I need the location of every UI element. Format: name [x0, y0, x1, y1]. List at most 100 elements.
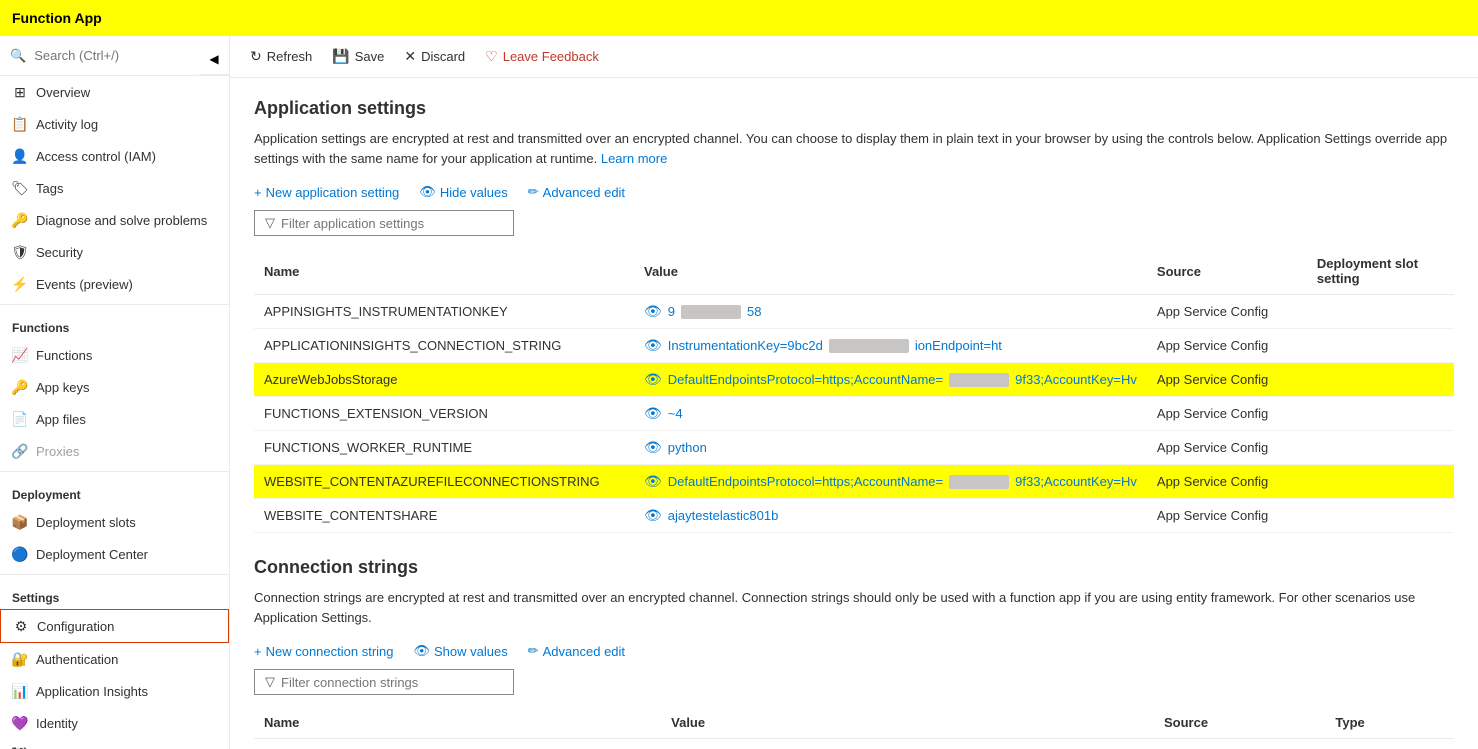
sidebar-item-deployment-slots[interactable]: 📦 Deployment slots: [0, 506, 229, 538]
sidebar-collapse-button[interactable]: ◀: [199, 44, 229, 75]
edit-icon: ✏: [528, 184, 539, 200]
feedback-button[interactable]: ♡ Leave Feedback: [485, 44, 599, 69]
content-area: Application settings Application setting…: [230, 78, 1478, 749]
toolbar: ↻ Refresh 💾 Save ✕ Discard ♡ Leave Feedb…: [230, 36, 1478, 78]
plus-icon: +: [254, 185, 262, 200]
refresh-label: Refresh: [267, 49, 313, 64]
setting-source: App Service Config: [1147, 329, 1307, 363]
table-row: AzureWebJobsStorage 👁 DefaultEndpointsPr…: [254, 363, 1454, 397]
search-input[interactable]: [26, 44, 189, 67]
sidebar-item-activity-log[interactable]: 📋 Activity log: [0, 108, 229, 140]
eye-icon: 👁: [644, 507, 662, 524]
eye-icon: 👁: [644, 473, 662, 490]
show-values-button[interactable]: 👁 Show values: [414, 643, 508, 659]
advanced-edit-button[interactable]: ✏ Advanced edit: [528, 184, 625, 200]
sidebar-item-label: Security: [36, 245, 83, 260]
save-button[interactable]: 💾 Save: [332, 44, 384, 69]
sidebar-item-configuration[interactable]: ⚙ Configuration: [0, 609, 229, 643]
source-column-header: Source: [1147, 248, 1307, 295]
filter-app-settings-input[interactable]: [281, 216, 503, 231]
setting-deployment: [1307, 363, 1454, 397]
refresh-icon: ↻: [250, 48, 262, 65]
functions-icon: 📈: [12, 347, 28, 363]
sidebar-item-functions[interactable]: 📈 Functions: [0, 339, 229, 371]
conn-advanced-edit-button[interactable]: ✏ Advanced edit: [528, 643, 625, 659]
proxies-icon: 🔗: [12, 443, 28, 459]
chevron-left-icon: ◀: [209, 52, 218, 66]
plus-icon: +: [254, 644, 262, 659]
setting-name: APPLICATIONINSIGHTS_CONNECTION_STRING: [254, 329, 634, 363]
hide-values-button[interactable]: 👁 Hide values: [419, 184, 507, 200]
sidebar-item-overview[interactable]: ⊞ Overview: [0, 76, 229, 108]
application-settings-desc: Application settings are encrypted at re…: [254, 129, 1454, 168]
app-title-bar: Function App: [0, 0, 1478, 36]
sidebar-item-deployment-center[interactable]: 🔵 Deployment Center: [0, 538, 229, 570]
new-connection-string-button[interactable]: + New connection string: [254, 644, 394, 659]
table-row: FUNCTIONS_EXTENSION_VERSION 👁 ~4 App Ser…: [254, 397, 1454, 431]
conn-source-column-header: Source: [1154, 707, 1325, 739]
app-files-icon: 📄: [12, 411, 28, 427]
sidebar-item-diagnose[interactable]: 🔑 Diagnose and solve problems: [0, 204, 229, 236]
filter-app-settings-box[interactable]: ▽: [254, 210, 514, 236]
sidebar-item-proxies[interactable]: 🔗 Proxies: [0, 435, 229, 467]
setting-name: FUNCTIONS_EXTENSION_VERSION: [254, 397, 634, 431]
activity-log-icon: 📋: [12, 116, 28, 132]
connection-strings-title: Connection strings: [254, 557, 1454, 578]
learn-more-link[interactable]: Learn more: [601, 151, 667, 166]
diagnose-icon: 🔑: [12, 212, 28, 228]
refresh-button[interactable]: ↻ Refresh: [250, 44, 312, 69]
sidebar-item-security[interactable]: 🛡 Security: [0, 236, 229, 268]
save-label: Save: [355, 49, 385, 64]
setting-value: 👁 9 58: [634, 295, 1147, 329]
sidebar-item-label: Configuration: [37, 619, 114, 634]
blurred-value: [829, 339, 909, 353]
setting-deployment: [1307, 431, 1454, 465]
sidebar: 🔍 ◀ ⊞ Overview 📋 Activity log 👤 Access c…: [0, 36, 230, 749]
feedback-label: Leave Feedback: [503, 49, 599, 64]
setting-source: App Service Config: [1147, 431, 1307, 465]
tags-icon: 🏷: [12, 180, 28, 196]
sidebar-item-label: Application Insights: [36, 684, 148, 699]
deployment-column-header: Deployment slot setting: [1307, 248, 1454, 295]
sidebar-item-label: App keys: [36, 380, 89, 395]
new-app-setting-button[interactable]: + New application setting: [254, 185, 399, 200]
sidebar-item-app-keys[interactable]: 🔑 App keys: [0, 371, 229, 403]
app-settings-action-bar: + New application setting 👁 Hide values …: [254, 184, 1454, 200]
connection-strings-desc: Connection strings are encrypted at rest…: [254, 588, 1454, 627]
sidebar-item-events[interactable]: ⚡ Events (preview): [0, 268, 229, 300]
search-box[interactable]: 🔍: [0, 36, 199, 75]
sidebar-top-row: 🔍 ◀: [0, 36, 229, 76]
eye-icon: 👁: [419, 184, 436, 200]
functions-section-label: Functions: [0, 309, 229, 339]
sidebar-item-label: Diagnose and solve problems: [36, 213, 207, 228]
sidebar-item-tags[interactable]: 🏷 Tags: [0, 172, 229, 204]
setting-source: App Service Config: [1147, 499, 1307, 533]
sidebar-item-label: Deployment Center: [36, 547, 148, 562]
deployment-section-label: Deployment: [0, 476, 229, 506]
sidebar-item-authentication[interactable]: 🔐 Authentication: [0, 643, 229, 675]
eye-icon: 👁: [644, 439, 662, 456]
table-row: APPLICATIONINSIGHTS_CONNECTION_STRING 👁 …: [254, 329, 1454, 363]
save-icon: 💾: [332, 48, 349, 65]
eye-icon: 👁: [644, 337, 662, 354]
setting-value: 👁 python: [634, 431, 1147, 465]
filter-connection-strings-box[interactable]: ▽: [254, 669, 514, 695]
filter-connection-strings-input[interactable]: [281, 675, 503, 690]
setting-deployment: [1307, 329, 1454, 363]
security-icon: 🛡: [12, 244, 28, 260]
sidebar-item-identity[interactable]: 💜 Identity: [0, 707, 229, 739]
filter-icon: ▽: [265, 215, 275, 231]
setting-value: 👁 DefaultEndpointsProtocol=https;Account…: [634, 363, 1147, 397]
sidebar-item-label: Events (preview): [36, 277, 133, 292]
sidebar-item-application-insights[interactable]: 📊 Application Insights: [0, 675, 229, 707]
authentication-icon: 🔐: [12, 651, 28, 667]
sidebar-item-access-control[interactable]: 👤 Access control (IAM): [0, 140, 229, 172]
sidebar-item-app-files[interactable]: 📄 App files: [0, 403, 229, 435]
discard-button[interactable]: ✕ Discard: [404, 44, 465, 69]
sidebar-item-label: Overview: [36, 85, 90, 100]
settings-section-label: Settings: [0, 579, 229, 609]
sidebar-item-backups[interactable]: 💾 Backups: [0, 739, 229, 749]
table-row: FUNCTIONS_WORKER_RUNTIME 👁 python App Se…: [254, 431, 1454, 465]
setting-name: AzureWebJobsStorage: [254, 363, 634, 397]
setting-deployment: [1307, 465, 1454, 499]
